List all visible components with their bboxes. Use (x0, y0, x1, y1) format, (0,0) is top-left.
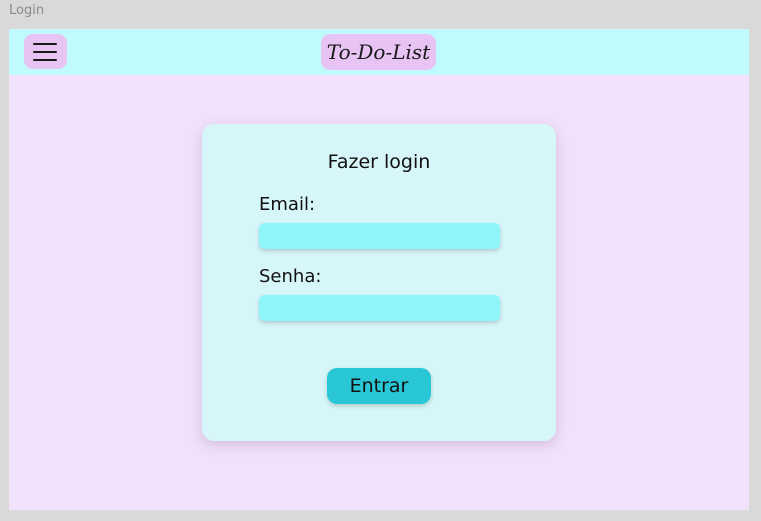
frame-label: Login (9, 3, 45, 18)
password-label: Senha: (259, 266, 322, 287)
login-screen: To-Do-List Fazer login Email: Senha: Ent… (9, 29, 749, 510)
email-label: Email: (259, 194, 316, 215)
password-field[interactable] (259, 295, 500, 321)
email-field[interactable] (259, 223, 500, 249)
menu-button[interactable] (24, 34, 67, 69)
login-card: Fazer login Email: Senha: Entrar (202, 124, 556, 441)
login-submit-button[interactable]: Entrar (327, 368, 431, 404)
app-logo: To-Do-List (321, 34, 436, 70)
login-title: Fazer login (327, 151, 431, 173)
header-bar: To-Do-List (9, 29, 749, 75)
